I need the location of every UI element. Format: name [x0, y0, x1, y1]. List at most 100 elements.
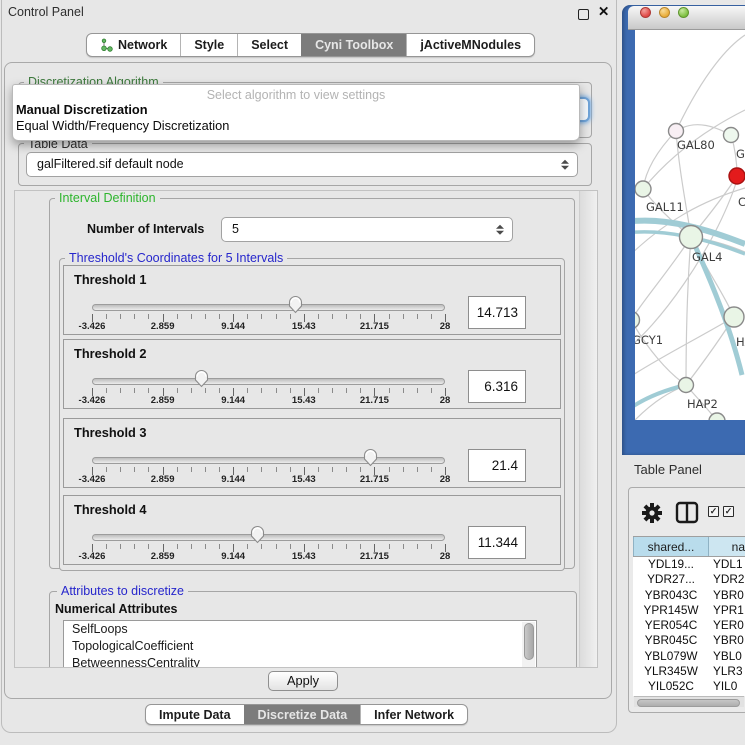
tab-impute-data[interactable]: Impute Data [146, 705, 244, 724]
table-cell[interactable]: YER054C [633, 618, 709, 633]
table-cell[interactable]: YDR27... [633, 572, 709, 587]
tab-network[interactable]: Network [87, 34, 180, 56]
tab-label: Style [194, 34, 224, 56]
table-cell[interactable]: YBR0 [709, 633, 745, 648]
tab-label: Impute Data [159, 705, 231, 725]
tab-style[interactable]: Style [180, 34, 237, 56]
network-node-ga[interactable] [724, 128, 739, 143]
network-icon [100, 38, 113, 52]
network-canvas[interactable]: GAL80GACYGAL11GAL4GCY1HAHAP2 [635, 30, 745, 420]
table-cell[interactable]: YER0 [709, 618, 745, 633]
interval-group-title: Interval Definition [55, 191, 160, 205]
table-header-name[interactable]: na [709, 537, 745, 556]
tab-select[interactable]: Select [237, 34, 301, 56]
table-row[interactable]: YBR045CYBR0 [633, 633, 745, 648]
table-cell[interactable]: YBL0 [709, 649, 745, 664]
network-node-gcy1[interactable] [635, 312, 640, 329]
table-cell[interactable]: YLR345W [633, 664, 709, 679]
float-window-icon[interactable] [578, 9, 589, 20]
algorithm-dropdown-prompt: Select algorithm to view settings [13, 85, 579, 102]
tab-infer-network[interactable]: Infer Network [360, 705, 467, 724]
node-label: CY [738, 195, 745, 209]
table-data-combo-value: galFiltered.sif default node [37, 153, 184, 176]
tick-label: -3.426 [60, 395, 124, 406]
table-cell[interactable]: YBR0 [709, 588, 745, 603]
table-cell[interactable]: YIL0 [709, 679, 745, 694]
network-node-gal80[interactable] [669, 124, 684, 139]
checkbox-icon[interactable]: ✓ [708, 506, 719, 517]
network-node-hap2[interactable] [679, 378, 694, 393]
tick-label: 9.144 [201, 551, 265, 562]
num-intervals-value: 5 [232, 218, 239, 241]
node-label: GA [736, 147, 745, 161]
table-hscrollbar-thumb[interactable] [637, 699, 740, 707]
table-row[interactable]: YIL052CYIL0 [633, 679, 745, 694]
table-cell[interactable]: YIL052C [633, 679, 709, 694]
threshold-value-field[interactable]: 14.713 [468, 296, 526, 329]
close-icon[interactable]: ✕ [598, 4, 609, 20]
spinner-arrows-icon [496, 224, 505, 235]
attributes-list-scrollbar[interactable] [522, 622, 535, 668]
minimize-traffic-light[interactable] [659, 7, 670, 18]
table-row[interactable]: YPR145WYPR1 [633, 603, 745, 618]
tick-label: 21.715 [342, 395, 406, 406]
control-panel-title: Control Panel [8, 5, 84, 19]
algorithm-option-manual-discretization[interactable]: Manual Discretization [13, 102, 579, 118]
algorithm-option-equal-width-frequency-discretization[interactable]: Equal Width/Frequency Discretization [13, 118, 579, 134]
table-cell[interactable]: YBR043C [633, 588, 709, 603]
table-row[interactable]: YBR043CYBR0 [633, 588, 745, 603]
list-item[interactable]: SelfLoops [64, 621, 536, 638]
checkbox-icon[interactable]: ✓ [723, 506, 734, 517]
split-view-icon[interactable] [675, 501, 699, 524]
table-cell[interactable]: YLR3 [709, 664, 745, 679]
zoom-traffic-light[interactable] [678, 7, 689, 18]
table-cell[interactable]: YDL19... [633, 557, 709, 572]
combo-arrows-icon [561, 159, 570, 170]
apply-button[interactable]: Apply [268, 671, 338, 691]
tab-label: Cyni Toolbox [315, 34, 393, 56]
tick-label: 15.43 [272, 395, 336, 406]
table-row[interactable]: YDR27...YDR2 [633, 572, 745, 587]
table-row[interactable]: YLR345WYLR3 [633, 664, 745, 679]
node-table[interactable]: shared... na YDL19...YDL1YDR27...YDR2YBR… [633, 536, 745, 696]
threshold-value-field[interactable]: 21.4 [468, 449, 526, 482]
table-cell[interactable]: YPR145W [633, 603, 709, 618]
threshold-value-field[interactable]: 11.344 [468, 526, 526, 559]
table-cell[interactable]: YBL079W [633, 649, 709, 664]
table-panel-title: Table Panel [634, 462, 702, 477]
settings-vscrollbar[interactable] [579, 191, 597, 667]
list-item[interactable]: TopologicalCoefficient [64, 638, 536, 655]
node-label: HA [736, 335, 745, 349]
network-node-cy[interactable] [729, 168, 745, 184]
tick-label: 2.859 [131, 321, 195, 332]
numerical-attributes-list[interactable]: SelfLoopsTopologicalCoefficientBetweenne… [63, 620, 537, 668]
num-intervals-spinner[interactable]: 5 [221, 217, 513, 242]
network-node-gal11[interactable] [635, 181, 651, 197]
bottom-tab-bar: Impute Data Discretize DataInfer Network [145, 704, 468, 725]
table-data-combo[interactable]: galFiltered.sif default node [26, 152, 578, 177]
table-cell[interactable]: YDR2 [709, 572, 745, 587]
thresholds-group-title: Threshold's Coordinates for 5 Intervals [65, 251, 287, 265]
table-row[interactable]: YBL079WYBL0 [633, 649, 745, 664]
table-hscrollbar[interactable] [634, 696, 744, 707]
tab-label: Select [251, 34, 288, 56]
table-cell[interactable]: YDL1 [709, 557, 745, 572]
close-traffic-light[interactable] [640, 7, 651, 18]
list-item[interactable]: BetweennessCentrality [64, 655, 536, 668]
tab-discretize-data[interactable]: Discretize Data [244, 705, 361, 724]
gear-icon[interactable] [641, 502, 663, 524]
table-cell[interactable]: YPR1 [709, 603, 745, 618]
threshold-value-field[interactable]: 6.316 [468, 370, 526, 403]
table-header-shared[interactable]: shared... [633, 537, 709, 556]
screen: Control Panel ✕ Network Style Select Cyni T… [0, 0, 745, 745]
table-row[interactable]: YER054CYER0 [633, 618, 745, 633]
network-node-ha[interactable] [724, 307, 744, 327]
tick-label: -3.426 [60, 474, 124, 485]
table-cell[interactable]: YBR045C [633, 633, 709, 648]
network-node-gal4[interactable] [680, 226, 703, 249]
threshold-panel: Threshold 4 -3.4262.8599.14415.4321.7152… [63, 495, 561, 565]
tab-jactivemnodules[interactable]: jActiveMNodules [406, 34, 534, 56]
table-row[interactable]: YDL19...YDL1 [633, 557, 745, 572]
tab-cyni-toolbox[interactable]: Cyni Toolbox [301, 34, 406, 56]
threshold-panel: Threshold 3 -3.4262.8599.14415.4321.7152… [63, 418, 561, 488]
